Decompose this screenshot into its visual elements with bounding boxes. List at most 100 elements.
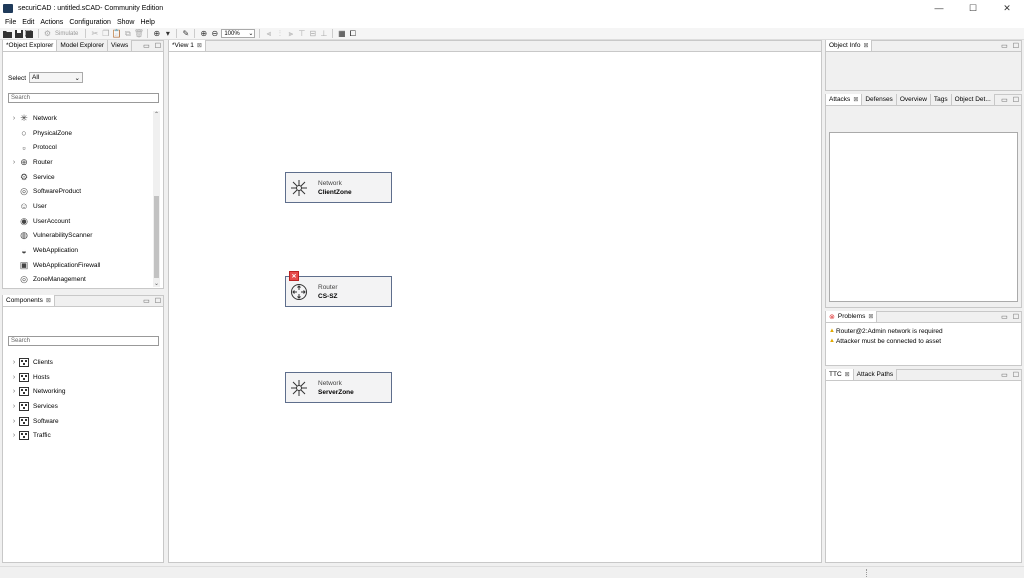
simulate-button[interactable]: Simulate <box>55 31 78 37</box>
zoom-in-icon[interactable]: ⊕ <box>199 29 208 38</box>
network-node-serverzone[interactable]: Network ServerZone <box>285 372 392 403</box>
menu-help[interactable]: Help <box>138 19 158 26</box>
object-tree-item[interactable]: ▫ Protocol <box>9 140 151 155</box>
attacks-list[interactable] <box>829 132 1018 302</box>
component-folder-item[interactable]: › Clients <box>9 355 159 370</box>
object-tree-item[interactable]: › ✳ Network <box>9 111 151 126</box>
align-bottom-icon[interactable]: ⊥ <box>319 29 328 38</box>
maximize-panel-icon[interactable]: ☐ <box>1013 96 1019 104</box>
delete-icon[interactable]: 🗑 <box>134 29 144 38</box>
object-tree-item[interactable]: ▣ WebApplicationFirewall <box>9 258 151 273</box>
duplicate-icon[interactable]: ⧉ <box>123 29 132 38</box>
maximize-panel-icon[interactable]: ☐ <box>1013 42 1019 50</box>
simulate-icon[interactable]: ⚙ <box>43 29 52 38</box>
expand-arrow-icon[interactable]: › <box>9 388 19 395</box>
scroll-down-arrow-icon[interactable]: ⌄ <box>153 280 160 287</box>
minimize-panel-icon[interactable]: ▭ <box>1001 313 1008 321</box>
expand-arrow-icon[interactable]: › <box>9 432 19 439</box>
tab-ttc[interactable]: TTC ⊠ <box>826 369 854 380</box>
object-tree-item[interactable]: › ⊕ Router <box>9 155 151 170</box>
component-folder-item[interactable]: › Traffic <box>9 428 159 443</box>
object-tree-item[interactable]: ◎ SoftwareProduct <box>9 184 151 199</box>
object-search-input[interactable]: Search <box>8 93 159 103</box>
maximize-panel-icon[interactable]: ☐ <box>155 42 161 50</box>
maximize-panel-icon[interactable]: ☐ <box>155 297 161 305</box>
tab-overview[interactable]: Overview <box>896 94 931 105</box>
menu-actions[interactable]: Actions <box>38 19 67 26</box>
align-center-icon[interactable]: ⫶ <box>275 29 284 38</box>
dropdown-arrow-icon[interactable]: ▾ <box>163 29 172 38</box>
expand-arrow-icon[interactable]: › <box>9 403 19 410</box>
close-button[interactable]: ✕ <box>990 0 1024 16</box>
align-top-icon[interactable]: ⊤ <box>297 29 306 38</box>
network-node-clientzone[interactable]: Network ClientZone <box>285 172 392 203</box>
tab-tags[interactable]: Tags <box>930 94 952 105</box>
router-node-cs-sz[interactable]: ✕ Router CS-SZ <box>285 271 392 307</box>
close-tab-icon[interactable]: ⊠ <box>46 297 51 304</box>
save-all-icon[interactable] <box>25 29 34 38</box>
tab-attack-paths[interactable]: Attack Paths <box>853 369 898 380</box>
problem-item[interactable]: ▲ Attacker must be connected to asset <box>826 336 1021 346</box>
align-middle-icon[interactable]: ⊟ <box>308 29 317 38</box>
close-tab-icon[interactable]: ⊠ <box>853 96 858 103</box>
scroll-up-arrow-icon[interactable]: ⌃ <box>153 111 160 118</box>
component-folder-item[interactable]: › Software <box>9 414 159 429</box>
object-tree-item[interactable]: ☺ User <box>9 199 151 214</box>
error-badge-icon[interactable]: ✕ <box>289 271 299 281</box>
copy-icon[interactable]: ❐ <box>101 29 110 38</box>
object-tree-item[interactable]: ⚙ Service <box>9 170 151 185</box>
close-tab-icon[interactable]: ⊠ <box>845 371 850 378</box>
align-left-icon[interactable]: ⫷ <box>264 29 273 38</box>
component-folder-item[interactable]: › Services <box>9 399 159 414</box>
components-search-input[interactable]: Search <box>8 336 159 346</box>
maximize-panel-icon[interactable]: ☐ <box>1013 313 1019 321</box>
grid-icon[interactable]: ▦ <box>337 29 346 38</box>
minimize-button[interactable]: — <box>922 0 956 16</box>
expand-arrow-icon[interactable]: › <box>9 115 19 122</box>
expand-arrow-icon[interactable]: › <box>9 374 19 381</box>
maximize-button[interactable]: ☐ <box>956 0 990 16</box>
tab-view-1[interactable]: *View 1 ⊠ <box>169 40 206 51</box>
add-circle-icon[interactable]: ⊕ <box>152 29 161 38</box>
expand-arrow-icon[interactable]: › <box>9 418 19 425</box>
minimize-panel-icon[interactable]: ▭ <box>143 297 150 305</box>
diagram-canvas[interactable]: Network ClientZone ✕ Router CS-SZ Networ… <box>169 52 821 562</box>
tab-object-explorer[interactable]: *Object Explorer <box>3 40 58 51</box>
menu-edit[interactable]: Edit <box>20 19 38 26</box>
object-tree-item[interactable]: ◉ UserAccount <box>9 214 151 229</box>
problem-item[interactable]: ▲ Router@2:Admin network is required <box>826 326 1021 336</box>
scroll-thumb[interactable] <box>154 196 159 278</box>
open-folder-icon[interactable] <box>3 29 12 38</box>
close-tab-icon[interactable]: ⊠ <box>197 42 202 49</box>
component-folder-item[interactable]: › Networking <box>9 384 159 399</box>
menu-show[interactable]: Show <box>115 19 139 26</box>
close-tab-icon[interactable]: ⊠ <box>868 313 873 320</box>
zoom-out-icon[interactable]: ⊖ <box>210 29 219 38</box>
tab-views[interactable]: Views <box>108 40 133 51</box>
tab-model-explorer[interactable]: Model Explorer <box>57 40 109 51</box>
save-icon[interactable] <box>14 29 23 38</box>
align-right-icon[interactable]: ⫸ <box>286 29 295 38</box>
minimize-panel-icon[interactable]: ▭ <box>1001 96 1008 104</box>
component-folder-item[interactable]: › Hosts <box>9 370 159 385</box>
object-tree-item[interactable]: ◍ VulnerabilityScanner <box>9 229 151 244</box>
minimize-panel-icon[interactable]: ▭ <box>1001 371 1008 379</box>
expand-arrow-icon[interactable]: › <box>9 159 19 166</box>
object-tree-item[interactable]: ◒ WebApplication <box>9 243 151 258</box>
tab-problems[interactable]: ⊗ Problems ⊠ <box>826 311 878 322</box>
zoom-select[interactable]: 100% ⌄ <box>221 29 256 38</box>
expand-arrow-icon[interactable]: › <box>9 359 19 366</box>
object-tree-item[interactable]: ◎ ZoneManagement <box>9 273 151 288</box>
paste-icon[interactable]: 📋 <box>112 29 122 38</box>
tab-object-details[interactable]: Object Det... <box>951 94 995 105</box>
tab-defenses[interactable]: Defenses <box>862 94 897 105</box>
object-tree-item[interactable]: ○ PhysicalZone <box>9 126 151 141</box>
menu-file[interactable]: File <box>3 19 20 26</box>
snap-icon[interactable]: ⧠ <box>348 29 357 38</box>
select-dropdown[interactable]: All ⌄ <box>29 72 83 83</box>
close-tab-icon[interactable]: ⊠ <box>863 42 868 49</box>
tab-components[interactable]: Components ⊠ <box>3 295 55 306</box>
maximize-panel-icon[interactable]: ☐ <box>1013 371 1019 379</box>
minimize-panel-icon[interactable]: ▭ <box>143 42 150 50</box>
menu-configuration[interactable]: Configuration <box>67 19 115 26</box>
